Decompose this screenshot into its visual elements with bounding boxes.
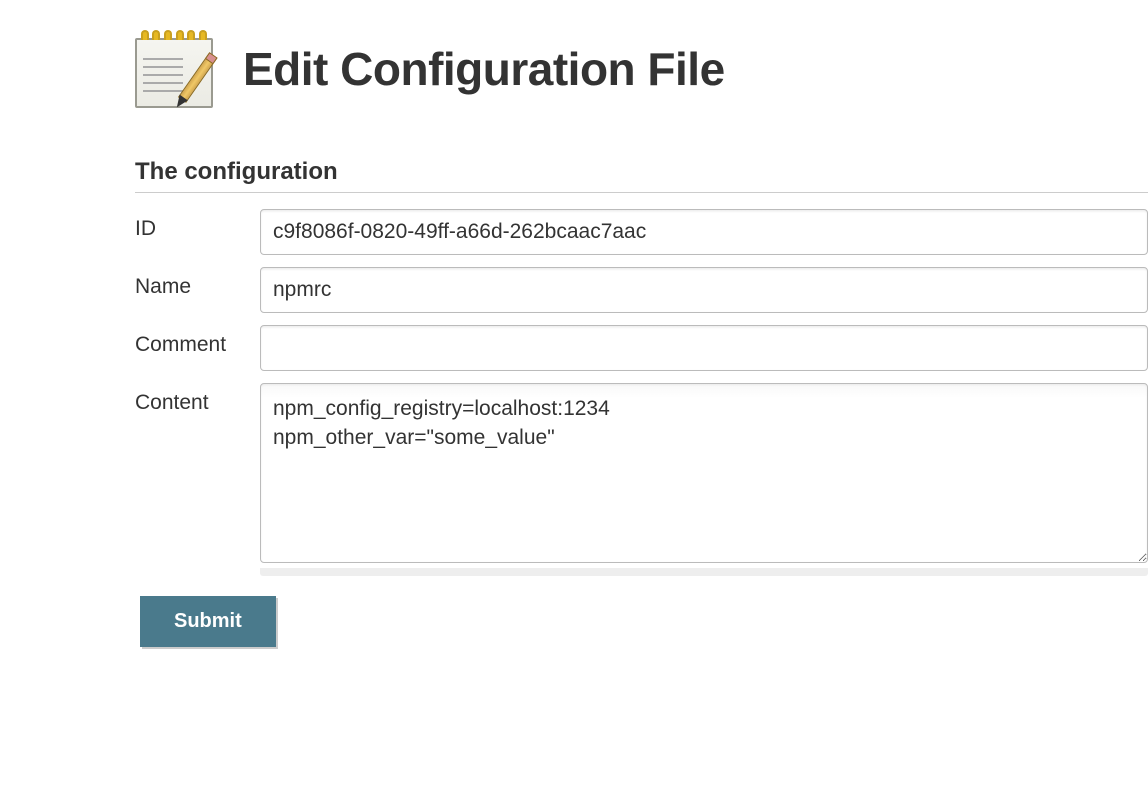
content-field[interactable] [260, 383, 1148, 563]
config-form: ID Name Comment Content [135, 203, 1148, 582]
submit-button[interactable]: Submit [140, 596, 276, 647]
name-field[interactable] [260, 267, 1148, 313]
notepad-edit-icon [135, 30, 213, 108]
content-label: Content [135, 377, 260, 582]
id-field[interactable] [260, 209, 1148, 255]
id-label: ID [135, 203, 260, 261]
page-title: Edit Configuration File [243, 42, 725, 96]
section-title: The configuration [135, 158, 1148, 193]
comment-field[interactable] [260, 325, 1148, 371]
name-label: Name [135, 261, 260, 319]
comment-label: Comment [135, 319, 260, 377]
page-header: Edit Configuration File [135, 30, 1148, 108]
